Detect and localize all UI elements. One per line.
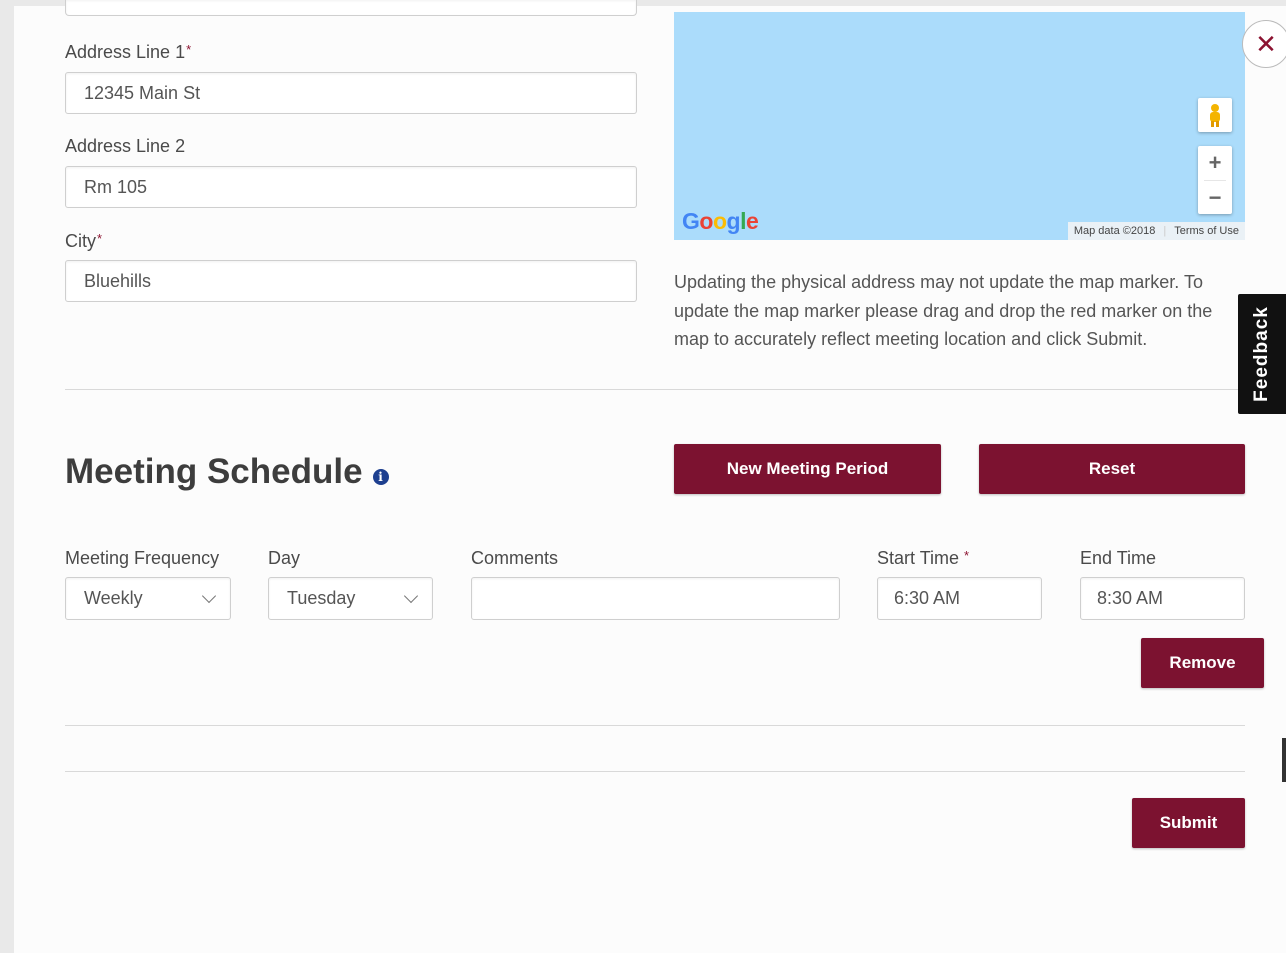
start-time-input[interactable]: 6:30 AM (877, 577, 1042, 620)
map-data-text: Map data ©2018 (1073, 225, 1156, 237)
start-time-label: Start Time * (877, 548, 970, 568)
frequency-label: Meeting Frequency (65, 548, 220, 568)
end-time-input[interactable]: 8:30 AM (1080, 577, 1245, 620)
address-line1-value: 12345 Main St (84, 82, 201, 103)
day-select[interactable]: Tuesday (268, 577, 433, 620)
close-button[interactable]: ✕ (1242, 20, 1286, 68)
comments-input[interactable] (471, 577, 840, 620)
feedback-tab[interactable]: Feedback (1238, 294, 1286, 414)
end-time-label: End Time (1080, 548, 1157, 568)
address-line1-input[interactable]: 12345 Main St (65, 72, 637, 114)
address-line2-label: Address Line 2 (65, 136, 186, 156)
submit-button[interactable]: Submit (1132, 798, 1245, 848)
zoom-in-button[interactable]: + (1198, 146, 1232, 180)
address-line2-value: Rm 105 (84, 176, 148, 197)
google-logo: Google (682, 208, 759, 234)
day-label: Day (268, 548, 301, 568)
section-title: Meeting Schedule i (65, 452, 389, 492)
new-meeting-period-button[interactable]: New Meeting Period (674, 444, 941, 494)
pegman-icon (1210, 104, 1220, 127)
end-time-value: 8:30 AM (1097, 588, 1164, 608)
divider-bottom (65, 771, 1245, 772)
map-note: Updating the physical address may not up… (674, 272, 1213, 349)
map-view[interactable]: + − Google Map data ©2018 | Terms of Use (674, 12, 1245, 240)
chevron-down-icon (201, 588, 217, 603)
partial-input-top[interactable] (65, 0, 637, 16)
divider-schedule (65, 725, 1245, 726)
pegman-button[interactable] (1198, 98, 1232, 132)
feedback-label: Feedback (1251, 306, 1272, 402)
frequency-value: Weekly (84, 588, 143, 608)
zoom-controls: + − (1198, 146, 1232, 214)
form-panel: Address Line 1* 12345 Main St Address Li… (14, 0, 1286, 953)
zoom-out-button[interactable]: − (1198, 181, 1232, 214)
address-line2-input[interactable]: Rm 105 (65, 166, 637, 208)
divider-address (65, 389, 1245, 390)
day-value: Tuesday (287, 588, 356, 608)
remove-button[interactable]: Remove (1141, 638, 1264, 688)
city-label: City* (65, 231, 103, 251)
map-footer: Map data ©2018 | Terms of Use (1067, 222, 1245, 240)
terms-of-use-link[interactable]: Terms of Use (1174, 225, 1239, 237)
close-icon: ✕ (1255, 28, 1277, 59)
reset-button[interactable]: Reset (979, 444, 1245, 494)
comments-label: Comments (471, 548, 559, 568)
frequency-select[interactable]: Weekly (65, 577, 231, 620)
scrollbar-thumb[interactable] (1282, 738, 1286, 782)
chevron-down-icon (403, 588, 419, 603)
address-line1-label: Address Line 1* (65, 42, 192, 62)
start-time-value: 6:30 AM (894, 588, 961, 608)
info-icon[interactable]: i (372, 469, 389, 485)
city-value: Bluehills (84, 270, 152, 291)
city-input[interactable]: Bluehills (65, 260, 637, 302)
